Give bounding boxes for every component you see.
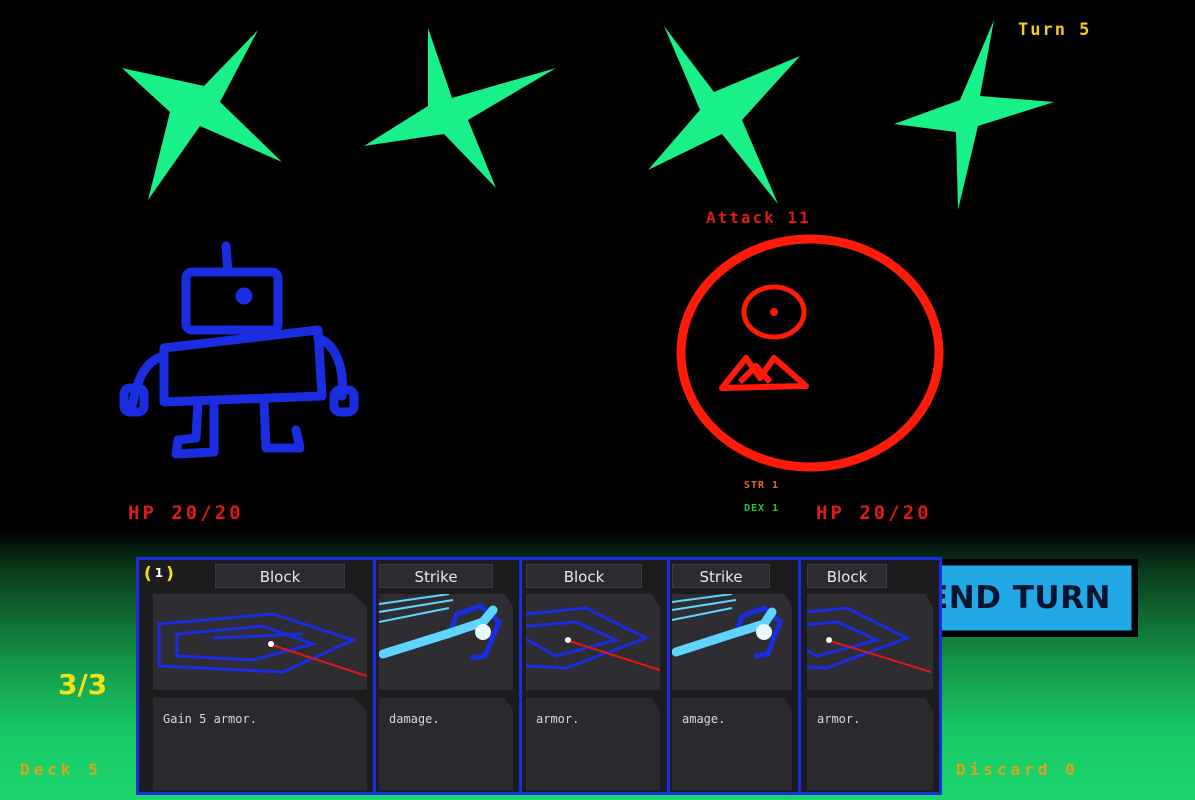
card-cost: (1) xyxy=(144,564,174,584)
card-name: Strike xyxy=(379,564,493,588)
card-description: damage. xyxy=(379,698,513,790)
turn-counter: Turn 5 xyxy=(1018,20,1092,40)
sword-art-icon xyxy=(672,594,792,690)
cyclops-enemy-sprite[interactable] xyxy=(670,232,950,477)
card-description: Gain 5 armor. xyxy=(153,698,367,790)
stars-background xyxy=(122,20,1054,210)
card-name: Block xyxy=(807,564,887,588)
enemy-intent-label: Attack 11 xyxy=(706,208,811,227)
enemy-dexterity-stat: DEX 1 xyxy=(744,503,780,514)
sword-art-icon xyxy=(379,594,513,690)
star-icon xyxy=(648,26,800,204)
hand-card-4[interactable]: Strike amage. xyxy=(667,557,801,795)
hand-card-1[interactable]: (1) Block Gain 5 armor. xyxy=(136,557,376,795)
star-icon xyxy=(894,20,1054,210)
card-name: Strike xyxy=(672,564,770,588)
hand-card-2[interactable]: Strike damage. xyxy=(372,557,522,795)
card-name: Block xyxy=(526,564,642,588)
shield-art-icon xyxy=(153,594,367,690)
card-description: armor. xyxy=(807,698,933,790)
card-name: Block xyxy=(215,564,345,588)
deck-counter[interactable]: Deck 5 xyxy=(20,760,102,779)
shield-art-icon xyxy=(807,594,933,690)
hand-card-3[interactable]: Block armor. xyxy=(519,557,670,795)
card-description: amage. xyxy=(672,698,792,790)
robot-player-sprite xyxy=(119,241,359,459)
discard-counter[interactable]: Discard 0 xyxy=(956,760,1079,779)
player-hp: HP 20/20 xyxy=(128,502,244,524)
enemy-hp: HP 20/20 xyxy=(816,502,932,524)
enemy-strength-stat: STR 1 xyxy=(744,480,780,491)
shield-art-icon xyxy=(526,594,660,690)
energy-counter: 3/3 xyxy=(58,668,108,701)
star-icon xyxy=(122,30,282,200)
star-icon xyxy=(364,28,556,188)
hand-card-5[interactable]: Block armor. xyxy=(798,557,942,795)
card-description: armor. xyxy=(526,698,660,790)
